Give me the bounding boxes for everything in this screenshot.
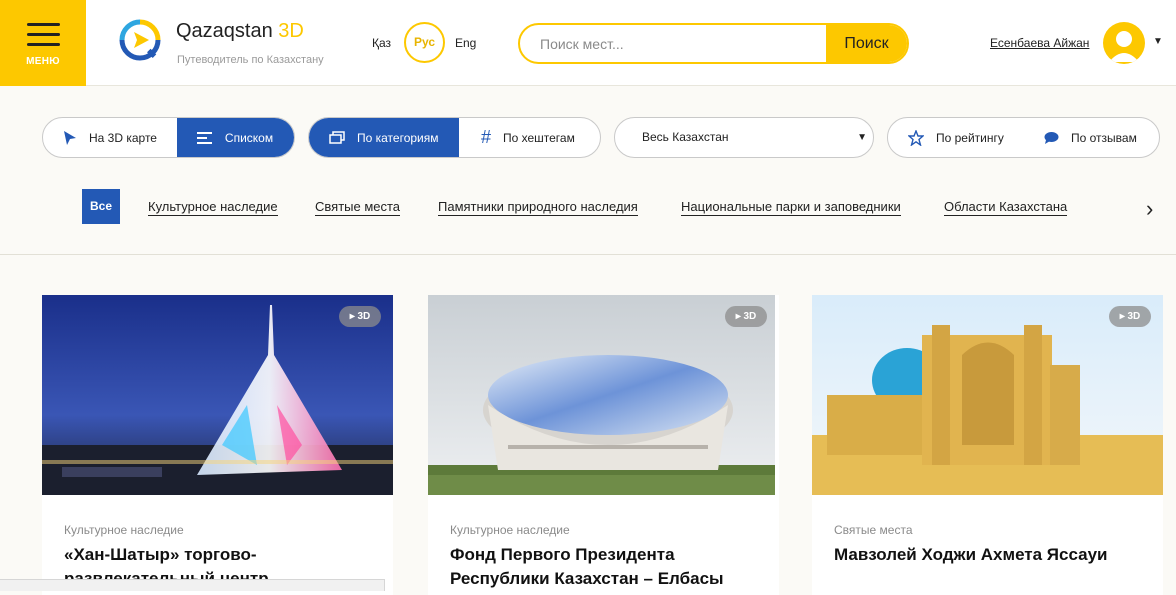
region-select[interactable]: Весь Казахстан ▼ xyxy=(614,117,874,158)
lang-kaz[interactable]: Қаз xyxy=(372,36,391,50)
place-image xyxy=(42,295,393,495)
site-header: МЕНЮ Qazaqstan 3D Путеводитель по Казахс… xyxy=(0,0,1176,86)
place-card[interactable]: ▸ 3D Культурное наследие Фонд Первого Пр… xyxy=(428,295,779,595)
hashtag-icon: # xyxy=(480,127,491,147)
search-bar: Поиск xyxy=(518,23,909,64)
region-select-value: Весь Казахстан xyxy=(642,130,729,144)
user-name-link[interactable]: Есенбаева Айжан xyxy=(990,36,1089,50)
category-tab-holy-places[interactable]: Святые места xyxy=(315,199,401,216)
category-tab-regions[interactable]: Области Казахстана xyxy=(944,199,1068,216)
sort-by-rating-button[interactable]: По рейтингу xyxy=(888,118,1023,157)
view-list-button[interactable]: Списком xyxy=(176,118,294,157)
card-title[interactable]: Фонд Первого Президента Республики Казах… xyxy=(450,543,760,591)
badge-3d: ▸ 3D xyxy=(339,306,381,327)
place-card[interactable]: ▸ 3D Святые места Мавзолей Ходжи Ахмета … xyxy=(812,295,1163,595)
by-hashtags-button[interactable]: # По хештегам xyxy=(459,118,600,157)
view-map-button[interactable]: На 3D карте xyxy=(43,118,177,157)
category-all-tab[interactable]: Все xyxy=(82,189,120,224)
star-icon xyxy=(908,129,924,146)
menu-button[interactable]: МЕНЮ xyxy=(0,0,86,86)
card-category: Культурное наследие xyxy=(450,523,570,537)
play-icon: ▸ xyxy=(1119,311,1125,322)
site-logo[interactable]: Qazaqstan 3D Путеводитель по Казахстану xyxy=(118,18,338,68)
avatar[interactable] xyxy=(1103,22,1145,64)
lang-eng[interactable]: Eng xyxy=(455,36,476,50)
category-tab-natural-heritage[interactable]: Памятники природного наследия xyxy=(438,199,638,216)
by-categories-label: По категориям xyxy=(357,130,439,145)
view-map-label: На 3D карте xyxy=(89,130,157,145)
play-icon: ▸ xyxy=(735,311,741,322)
card-category: Святые места xyxy=(834,523,913,537)
card-category: Культурное наследие xyxy=(64,523,184,537)
logo-name-accent: 3D xyxy=(278,20,304,42)
place-image xyxy=(428,295,779,495)
list-icon xyxy=(196,131,213,144)
card-title[interactable]: Мавзолей Ходжи Ахмета Яссауи xyxy=(834,543,1144,567)
menu-label: МЕНЮ xyxy=(26,56,60,67)
category-tab-cultural-heritage[interactable]: Культурное наследие xyxy=(148,199,278,216)
play-icon: ▸ xyxy=(349,311,355,322)
chat-bubble-icon xyxy=(1043,131,1059,145)
sort-by-reviews-label: По отзывам xyxy=(1071,130,1137,145)
chevron-right-icon[interactable]: › xyxy=(1146,196,1153,222)
by-categories-button[interactable]: По категориям xyxy=(309,118,459,157)
by-hashtags-label: По хештегам xyxy=(502,130,575,145)
user-icon xyxy=(1109,31,1139,62)
section-divider xyxy=(0,254,1176,255)
category-tab-national-parks[interactable]: Национальные парки и заповедники xyxy=(681,199,901,216)
group-toggle: По категориям # По хештегам xyxy=(308,117,601,158)
logo-name: Qazaqstan 3D xyxy=(176,20,304,43)
view-list-label: Списком xyxy=(224,130,274,145)
logo-subtitle: Путеводитель по Казахстану xyxy=(177,54,324,66)
lang-rus-active[interactable]: Рус xyxy=(404,22,445,63)
badge-3d: ▸ 3D xyxy=(1109,306,1151,327)
view-toggle: На 3D карте Списком xyxy=(42,117,295,158)
hamburger-icon-bar xyxy=(27,33,60,36)
badge-3d-label: 3D xyxy=(1127,311,1141,322)
badge-3d: ▸ 3D xyxy=(725,306,767,327)
badge-3d-label: 3D xyxy=(743,311,757,322)
place-image xyxy=(812,295,1163,495)
sort-by-reviews-button[interactable]: По отзывам xyxy=(1023,118,1159,157)
place-card[interactable]: ▸ 3D Культурное наследие «Хан-Шатыр» тор… xyxy=(42,295,393,595)
chevron-down-icon[interactable]: ▼ xyxy=(1153,36,1163,47)
browser-status-bar xyxy=(0,579,385,591)
badge-3d-label: 3D xyxy=(357,311,371,322)
sort-by-rating-label: По рейтингу xyxy=(936,130,1004,145)
logo-icon xyxy=(119,19,161,61)
dropdown-arrow-icon: ▼ xyxy=(857,132,867,143)
logo-name-main: Qazaqstan xyxy=(176,20,273,42)
layers-icon xyxy=(329,130,345,145)
hamburger-icon-bar xyxy=(27,43,60,46)
search-input[interactable] xyxy=(520,25,828,62)
hamburger-icon xyxy=(27,23,60,26)
sort-toggle: По рейтингу По отзывам xyxy=(887,117,1160,158)
search-button[interactable]: Поиск xyxy=(826,25,907,62)
cursor-arrow-icon xyxy=(63,130,77,146)
